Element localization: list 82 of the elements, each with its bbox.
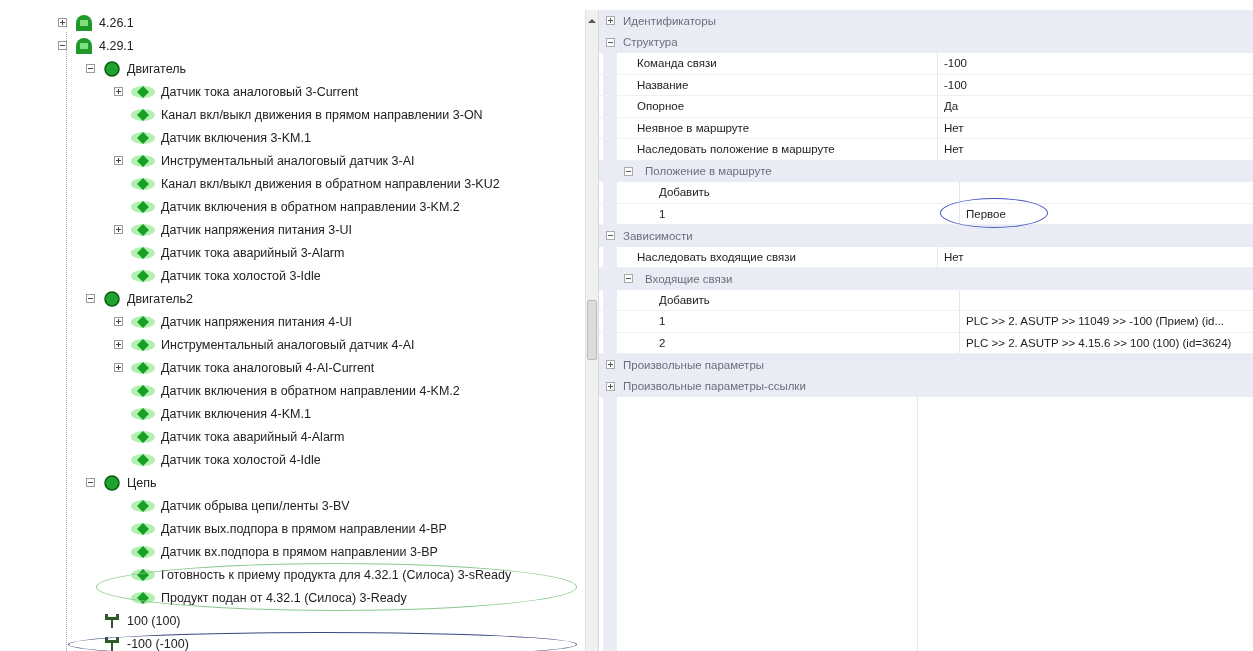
property-name: Наследовать положение в маршруте bbox=[637, 143, 835, 156]
scroll-up-icon[interactable] bbox=[588, 18, 596, 24]
category-label[interactable]: Зависимости bbox=[623, 229, 693, 242]
collapse-icon[interactable] bbox=[623, 166, 633, 176]
collapse-icon[interactable] bbox=[605, 37, 615, 47]
category-label[interactable]: Произвольные параметры bbox=[623, 358, 765, 371]
scrollbar[interactable] bbox=[585, 10, 598, 651]
tree-item[interactable]: Датчик вх.подпора в прямом направлении 3-BP bbox=[161, 544, 438, 559]
property-value[interactable]: Нет bbox=[944, 121, 964, 134]
tree-item[interactable]: Канал вкл/выкл движения в обратном направлении 3-KU2 bbox=[161, 176, 500, 191]
tree-item[interactable]: Инструментальный аналоговый датчик 3-AI bbox=[161, 153, 415, 168]
collapse-icon[interactable] bbox=[58, 41, 67, 50]
property-name: Опорное bbox=[637, 100, 685, 113]
expand-icon[interactable] bbox=[114, 87, 123, 96]
property-name: Добавить bbox=[659, 186, 710, 199]
property-name: 1 bbox=[659, 207, 666, 220]
tree-item[interactable]: -100 (-100) bbox=[127, 636, 189, 651]
expand-icon[interactable] bbox=[114, 317, 123, 326]
tree-item[interactable]: Датчик обрыва цепи/ленты 3-BV bbox=[161, 498, 350, 513]
property-value[interactable]: Да bbox=[944, 100, 959, 113]
collapse-icon[interactable] bbox=[86, 478, 95, 487]
property-name: Добавить bbox=[659, 293, 710, 306]
collapse-icon[interactable] bbox=[623, 274, 633, 284]
property-value[interactable]: Первое bbox=[966, 207, 1006, 220]
tree-item[interactable]: Датчик тока аналоговый 3-Current bbox=[161, 84, 359, 99]
property-value[interactable]: PLC >> 2. ASUTP >> 4.15.6 >> 100 (100) (id=3624) bbox=[966, 336, 1232, 349]
fork-icon bbox=[102, 611, 122, 630]
station-icon bbox=[74, 13, 94, 32]
tree-item[interactable]: Датчик напряжения питания 4-UI bbox=[161, 314, 352, 329]
tree-item[interactable]: Двигатель bbox=[127, 61, 186, 76]
tree-item[interactable]: Цепь bbox=[127, 475, 157, 490]
category-label[interactable]: Идентификаторы bbox=[623, 14, 716, 27]
tree-item[interactable]: 4.26.1 bbox=[99, 15, 134, 30]
tree-item[interactable]: Продукт подан от 4.32.1 (Силоса) 3-Ready bbox=[161, 590, 407, 605]
property-name: 2 bbox=[659, 336, 666, 349]
property-value[interactable]: PLC >> 2. ASUTP >> 11049 >> -100 (Прием) (id... bbox=[966, 315, 1225, 328]
category-label[interactable]: Структура bbox=[623, 36, 678, 49]
category-label[interactable]: Положение в маршруте bbox=[645, 165, 772, 178]
tree-item[interactable]: 4.29.1 bbox=[99, 38, 134, 53]
property-name: Наследовать входящие связи bbox=[637, 250, 796, 263]
expand-icon[interactable] bbox=[114, 156, 123, 165]
expand-icon[interactable] bbox=[605, 360, 615, 370]
tree-item[interactable]: 100 (100) bbox=[127, 613, 181, 628]
circle-icon bbox=[102, 473, 122, 492]
tree-item[interactable]: Датчик вых.подпора в прямом направлении 4-BP bbox=[161, 521, 447, 536]
property-name: Неявное в маршруте bbox=[637, 121, 750, 134]
property-value[interactable]: Нет bbox=[944, 250, 964, 263]
tree-item[interactable]: Датчик включения 3-KM.1 bbox=[161, 130, 311, 145]
tree-item[interactable]: Датчик включения 4-KM.1 bbox=[161, 406, 311, 421]
category-label[interactable]: Произвольные параметры-ссылки bbox=[623, 380, 806, 393]
tree-item[interactable]: Датчик тока аналоговый 4-AI-Current bbox=[161, 360, 375, 375]
collapse-icon[interactable] bbox=[605, 231, 615, 241]
expand-icon[interactable] bbox=[605, 16, 615, 26]
expand-icon[interactable] bbox=[114, 225, 123, 234]
tree-item[interactable]: Готовность к приему продукта для 4.32.1 (Силоса) 3-sReady bbox=[161, 567, 512, 582]
station-icon bbox=[74, 36, 94, 55]
tree-item[interactable]: Датчик тока аварийный 4-Alarm bbox=[161, 429, 345, 444]
collapse-icon[interactable] bbox=[86, 294, 95, 303]
tree-item[interactable]: Датчик тока холостой 3-Idle bbox=[161, 268, 321, 283]
tree-item[interactable]: Инструментальный аналоговый датчик 4-AI bbox=[161, 337, 415, 352]
circle-icon bbox=[102, 289, 122, 308]
collapse-icon[interactable] bbox=[86, 64, 95, 73]
property-name: 1 bbox=[659, 315, 666, 328]
expand-icon[interactable] bbox=[58, 18, 67, 27]
expand-icon[interactable] bbox=[114, 340, 123, 349]
expand-icon[interactable] bbox=[114, 363, 123, 372]
scroll-thumb[interactable] bbox=[587, 300, 597, 360]
tree-item[interactable]: Датчик напряжения питания 3-UI bbox=[161, 222, 352, 237]
expand-icon[interactable] bbox=[605, 381, 615, 391]
property-value[interactable]: -100 bbox=[944, 78, 968, 91]
property-value[interactable]: Нет bbox=[944, 143, 964, 156]
tree-item[interactable]: Датчик тока холостой 4-Idle bbox=[161, 452, 321, 467]
property-name: Команда связи bbox=[637, 57, 717, 70]
tree-item[interactable]: Двигатель2 bbox=[127, 291, 193, 306]
category-label[interactable]: Входящие связи bbox=[645, 272, 733, 285]
property-name: Название bbox=[637, 78, 689, 91]
circle-icon bbox=[102, 59, 122, 78]
property-value[interactable]: -100 bbox=[944, 57, 968, 70]
tree-item[interactable]: Датчик включения в обратном направлении 3-KM.2 bbox=[161, 199, 460, 214]
tree-item[interactable]: Датчик включения в обратном направлении 4-KM.2 bbox=[161, 383, 460, 398]
tree-item[interactable]: Датчик тока аварийный 3-Alarm bbox=[161, 245, 345, 260]
tree-item[interactable]: Канал вкл/выкл движения в прямом направлении 3-ON bbox=[161, 107, 483, 122]
